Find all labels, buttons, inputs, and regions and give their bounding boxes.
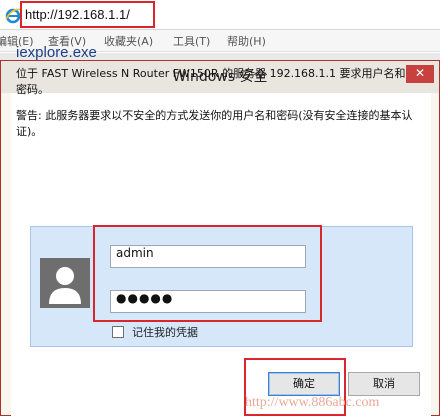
cancel-button[interactable]: 取消 [348,372,420,396]
warning-message: 警告: 此服务器要求以不安全的方式发送你的用户名和密码(没有安全连接的基本认证)… [16,109,413,138]
server-message: 位于 FAST Wireless N Router FW150R 的服务器 19… [16,67,406,96]
app-name: iexplore.exe [16,44,97,61]
menu-tools[interactable]: 工具(T) [173,33,210,49]
menu-favorites[interactable]: 收藏夹(A) [104,33,153,49]
menu-help[interactable]: 帮助(H) [227,33,266,49]
remember-credentials-label: 记住我的凭据 [132,326,198,339]
url-highlight-box [20,1,155,28]
remember-credentials-checkbox[interactable] [112,326,124,338]
site-watermark: http://www.886abc.com [245,395,380,410]
credentials-highlight-box [93,225,322,322]
user-silhouette-icon [40,258,90,308]
